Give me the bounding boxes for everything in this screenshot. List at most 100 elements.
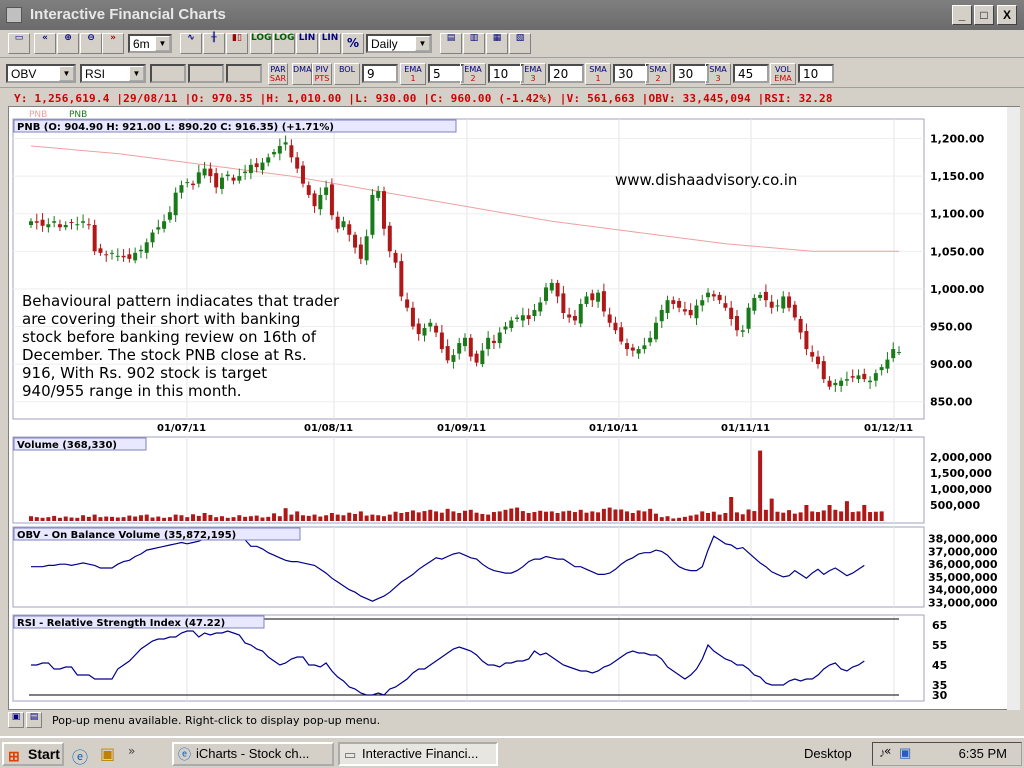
chevron-down-icon[interactable]: ▼: [155, 36, 170, 51]
indicator-param-button-3[interactable]: BOL: [334, 63, 360, 85]
window-titlebar[interactable]: Interactive Financial Charts _ □ X: [0, 0, 1024, 30]
candle-body: [601, 291, 606, 312]
desktop-toolbar-label[interactable]: Desktop: [804, 746, 852, 761]
indicator-param-value[interactable]: 45: [733, 64, 769, 83]
chevron-down-icon[interactable]: ▼: [129, 66, 144, 81]
indicator-param-button-7[interactable]: SMA 1: [585, 63, 611, 85]
period-select[interactable]: 6m ▼: [128, 34, 172, 53]
candle-body: [289, 145, 294, 158]
indicator-1-select[interactable]: OBV ▼: [6, 64, 76, 83]
candle-body: [46, 224, 51, 228]
rsi-tick-label: 30: [932, 689, 948, 702]
status-text: Pop-up menu available. Right-click to di…: [52, 714, 381, 727]
chart-settings-icon[interactable]: ▤: [440, 33, 462, 54]
volume-bar: [289, 514, 294, 521]
volume-bar: [283, 508, 288, 521]
close-button[interactable]: X: [997, 5, 1017, 25]
volume-bar: [781, 512, 786, 521]
bar-chart-icon[interactable]: ╫: [203, 33, 225, 54]
indicator-param-value[interactable]: 5: [428, 64, 464, 83]
candle-body: [115, 255, 120, 257]
zoom-in-icon[interactable]: ⊕: [57, 33, 79, 54]
chart-data-icon[interactable]: ▧: [509, 33, 531, 54]
quicklaunch-expand-icon[interactable]: »: [128, 744, 135, 758]
indicator-param-button-6[interactable]: EMA 3: [520, 63, 546, 85]
candle-body: [532, 309, 537, 316]
chart-area-icon[interactable]: ▥: [463, 33, 485, 54]
chart-line-icon[interactable]: ▦: [486, 33, 508, 54]
candle-body: [526, 315, 531, 319]
minimize-button[interactable]: _: [952, 5, 972, 25]
indicator-param-value[interactable]: 30: [673, 64, 709, 83]
indicator-param-button-8[interactable]: SMA 2: [645, 63, 671, 85]
log-button-1[interactable]: LOG: [250, 33, 272, 54]
chart-area[interactable]: 1,200.00 1,150.00 1,100.00 1,050.00 1,000.00…: [8, 106, 1021, 711]
line-chart-icon[interactable]: ∿: [180, 33, 202, 54]
chart-svg[interactable]: 1,200.00 1,150.00 1,100.00 1,050.00 1,000.00…: [9, 107, 1021, 711]
indicator-2-select[interactable]: RSI ▼: [80, 64, 146, 83]
indicator-param-button-4[interactable]: EMA 1: [400, 63, 426, 85]
blank-field-2[interactable]: [188, 64, 224, 83]
chevron-down-icon[interactable]: ▼: [415, 36, 430, 51]
candle-body: [185, 182, 190, 184]
maximize-button[interactable]: □: [974, 5, 994, 25]
candle-body: [515, 317, 520, 319]
zoom-out-icon[interactable]: ⊖: [80, 33, 102, 54]
candle-body: [399, 261, 404, 297]
indicator-param-button-2[interactable]: PIV PTS: [312, 63, 332, 85]
indicator-param-button-9[interactable]: SMA 3: [705, 63, 731, 85]
ie-icon[interactable]: ⓔ: [72, 744, 88, 768]
log-button-2[interactable]: LOG: [273, 33, 295, 54]
legend-item-a: PNB: [29, 110, 47, 120]
indicator-param-button-0[interactable]: PAR SAR: [268, 63, 288, 85]
volume-bar: [688, 515, 693, 521]
volume-bar: [81, 515, 86, 521]
indicator-param-value[interactable]: 30: [613, 64, 649, 83]
volume-bar: [659, 517, 664, 521]
lin-button-2[interactable]: LIN: [319, 33, 341, 54]
volume-bar: [572, 512, 577, 521]
indicator-param-button-10[interactable]: VOL EMA: [770, 63, 796, 85]
chevron-down-icon[interactable]: ▼: [59, 66, 74, 81]
start-button[interactable]: ⊞ Start: [2, 742, 64, 766]
candle-body: [162, 221, 167, 229]
candle-body: [850, 376, 855, 378]
indicator-param-value[interactable]: 10: [798, 64, 834, 83]
window-icon[interactable]: ▭: [8, 33, 30, 54]
taskbar-item-icharts[interactable]: ⓔ iCharts - Stock ch...: [172, 742, 334, 766]
indicator-param-label: PAR: [270, 65, 286, 74]
volume-bar: [491, 512, 496, 521]
volume-bar: [613, 509, 618, 521]
lin-button-1[interactable]: LIN: [296, 33, 318, 54]
folder-icon[interactable]: ▣: [100, 744, 115, 763]
popup-icon-1[interactable]: ▣: [8, 712, 24, 728]
indicator-param-button-5[interactable]: EMA 2: [460, 63, 486, 85]
candle-body: [671, 300, 676, 304]
indicator-param-button-1[interactable]: DMA: [292, 63, 312, 85]
scroll-left-icon[interactable]: «: [34, 33, 56, 54]
blank-field-3[interactable]: [226, 64, 262, 83]
indicator-param-value[interactable]: 20: [548, 64, 584, 83]
volume-bar: [486, 514, 491, 521]
scroll-right-icon[interactable]: »: [102, 33, 124, 54]
candle-body: [775, 305, 780, 307]
taskbar-item-interactive[interactable]: ▭ Interactive Financi...: [338, 742, 498, 766]
candle-body: [428, 322, 433, 327]
candlestick-icon[interactable]: ▮▯: [226, 33, 248, 54]
network-icon[interactable]: ▣: [899, 745, 911, 761]
volume-icon[interactable]: ♪: [879, 745, 886, 760]
volume-bar: [179, 515, 184, 521]
indicator-param-value[interactable]: 9: [362, 64, 398, 83]
blank-field-1[interactable]: [150, 64, 186, 83]
volume-bar: [208, 514, 213, 521]
indicator-param-value[interactable]: 10: [488, 64, 524, 83]
volume-bar: [862, 505, 867, 521]
candle-body: [648, 337, 653, 343]
volume-bar: [648, 508, 653, 521]
vertical-scrollbar[interactable]: [1007, 107, 1020, 711]
clock[interactable]: 6:35 PM: [959, 746, 1007, 761]
percent-button[interactable]: %: [342, 33, 364, 54]
popup-icon-2[interactable]: ▤: [26, 712, 42, 728]
candle-body: [219, 177, 224, 189]
interval-select[interactable]: Daily ▼: [366, 34, 432, 53]
